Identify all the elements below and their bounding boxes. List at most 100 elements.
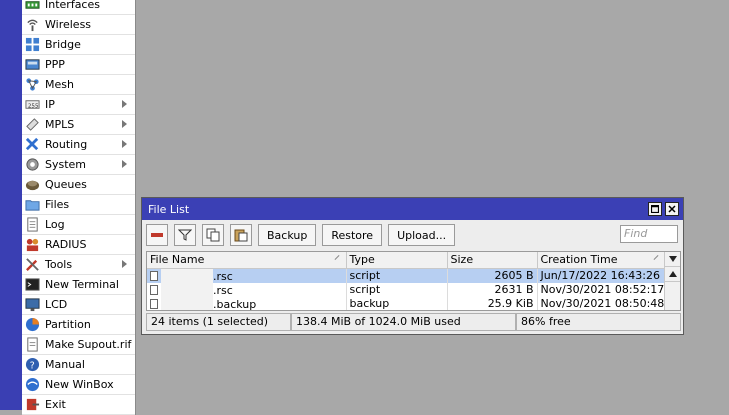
column-label: File Name [150, 253, 205, 267]
column-header-creation-time[interactable]: Creation Time [537, 252, 666, 269]
menu-item-system[interactable]: System [22, 155, 135, 175]
wireless-icon [24, 17, 40, 33]
menu-item-routing[interactable]: Routing [22, 135, 135, 155]
table-header: File Name Type Size Creation Time [147, 252, 666, 269]
menu-item-exit[interactable]: Exit [22, 395, 135, 415]
menu-item-label: Routing [45, 138, 88, 151]
creation-time-cell: Nov/30/2021 08:52:17 [537, 282, 666, 297]
file-icon [150, 270, 158, 281]
menu-item-label: Interfaces [45, 0, 100, 11]
file-name: .backup [213, 297, 257, 311]
window-toolbar: Backup Restore Upload... Find [142, 220, 683, 250]
menu-item-tools[interactable]: Tools [22, 255, 135, 275]
paste-icon [234, 229, 248, 242]
menu-item-bridge[interactable]: Bridge [22, 35, 135, 55]
close-button[interactable] [665, 202, 679, 216]
status-item-count: 24 items (1 selected) [146, 313, 291, 331]
paste-button[interactable] [230, 224, 252, 246]
restore-button[interactable]: Restore [322, 224, 383, 246]
menu-item-mpls[interactable]: MPLS [22, 115, 135, 135]
menu-item-log[interactable]: Log [22, 215, 135, 235]
close-icon [668, 205, 676, 213]
vertical-scrollbar[interactable] [664, 252, 680, 310]
file-type-cell: backup [346, 296, 448, 310]
menu-item-files[interactable]: Files [22, 195, 135, 215]
table-row[interactable]: .rsc script 2605 B Jun/17/2022 16:43:26 [147, 268, 666, 283]
backup-button[interactable]: Backup [258, 224, 317, 246]
status-disk-usage: 138.4 MiB of 1024.0 MiB used [291, 313, 516, 331]
queues-icon [24, 177, 40, 193]
scroll-up-button[interactable] [665, 267, 680, 282]
svg-text:255: 255 [27, 103, 38, 109]
file-size-cell: 2631 B [447, 282, 538, 297]
lcd-icon [24, 297, 40, 313]
file-name: .rsc [213, 283, 233, 297]
menu-item-radius[interactable]: RADIUS [22, 235, 135, 255]
copy-button[interactable] [202, 224, 224, 246]
menu-item-new-winbox[interactable]: New WinBox [22, 375, 135, 395]
menu-item-partition[interactable]: Partition [22, 315, 135, 335]
menu-item-wireless[interactable]: Wireless [22, 15, 135, 35]
redacted-filename [161, 282, 213, 297]
menu-item-interfaces[interactable]: Interfaces [22, 0, 135, 15]
file-name-cell: .rsc [147, 282, 347, 297]
mpls-icon [24, 117, 40, 133]
column-header-file-name[interactable]: File Name [147, 252, 347, 269]
menu-item-label: Partition [45, 318, 91, 331]
table-row[interactable]: .rsc script 2631 B Nov/30/2021 08:52:17 [147, 282, 666, 297]
maximize-button[interactable] [648, 202, 662, 216]
menu-item-label: Log [45, 218, 65, 231]
submenu-arrow-icon [122, 120, 127, 128]
column-label: Size [450, 253, 474, 267]
ip-icon: 255 [24, 97, 40, 113]
menu-item-label: MPLS [45, 118, 75, 131]
menu-item-make-supout[interactable]: Make Supout.rif [22, 335, 135, 355]
menu-item-label: System [45, 158, 87, 171]
maximize-icon [651, 205, 659, 213]
help-icon: ? [24, 357, 40, 373]
file-name-cell: .backup [147, 296, 347, 311]
find-input[interactable]: Find [620, 225, 678, 243]
radius-icon [24, 237, 40, 253]
menu-item-ppp[interactable]: PPP [22, 55, 135, 75]
supout-icon [24, 337, 40, 353]
table-row[interactable]: .backup backup 25.9 KiB Nov/30/2021 08:5… [147, 296, 666, 311]
status-bar: 24 items (1 selected) 138.4 MiB of 1024.… [146, 313, 681, 331]
filter-icon [178, 229, 192, 241]
column-label: Creation Time [540, 253, 618, 267]
menu-item-ip[interactable]: 255 IP [22, 95, 135, 115]
menu-item-label: Bridge [45, 38, 81, 51]
menu-item-mesh[interactable]: Mesh [22, 75, 135, 95]
terminal-icon [24, 277, 40, 293]
file-table: File Name Type Size Creation Time .rsc s… [146, 251, 681, 311]
winbox-icon [24, 377, 40, 393]
creation-time-cell: Nov/30/2021 08:50:48 [537, 296, 666, 310]
submenu-arrow-icon [122, 260, 127, 268]
main-menu: Interfaces Wireless Bridge PPP Mesh 255 … [22, 0, 136, 415]
file-size-cell: 2605 B [447, 268, 538, 283]
column-menu-button[interactable] [665, 252, 680, 267]
menu-item-label: Exit [45, 398, 66, 411]
menu-item-lcd[interactable]: LCD [22, 295, 135, 315]
column-header-size[interactable]: Size [447, 252, 538, 269]
menu-item-queues[interactable]: Queues [22, 175, 135, 195]
remove-button[interactable] [146, 224, 168, 246]
window-titlebar[interactable]: File List [142, 198, 683, 220]
mesh-icon [24, 77, 40, 93]
menu-item-label: Make Supout.rif [45, 338, 132, 351]
menu-item-label: New WinBox [45, 378, 114, 391]
tools-icon [24, 257, 40, 273]
menu-item-label: Files [45, 198, 70, 211]
upload-button[interactable]: Upload... [388, 224, 456, 246]
filter-button[interactable] [174, 224, 196, 246]
menu-item-new-terminal[interactable]: New Terminal [22, 275, 135, 295]
file-icon [150, 284, 158, 295]
menu-item-manual[interactable]: ? Manual [22, 355, 135, 375]
column-header-type[interactable]: Type [346, 252, 448, 269]
copy-icon [206, 228, 220, 242]
submenu-arrow-icon [122, 100, 127, 108]
submenu-arrow-icon [122, 160, 127, 168]
routing-icon [24, 137, 40, 153]
status-free-space: 86% free [516, 313, 681, 331]
folder-icon [24, 197, 40, 213]
